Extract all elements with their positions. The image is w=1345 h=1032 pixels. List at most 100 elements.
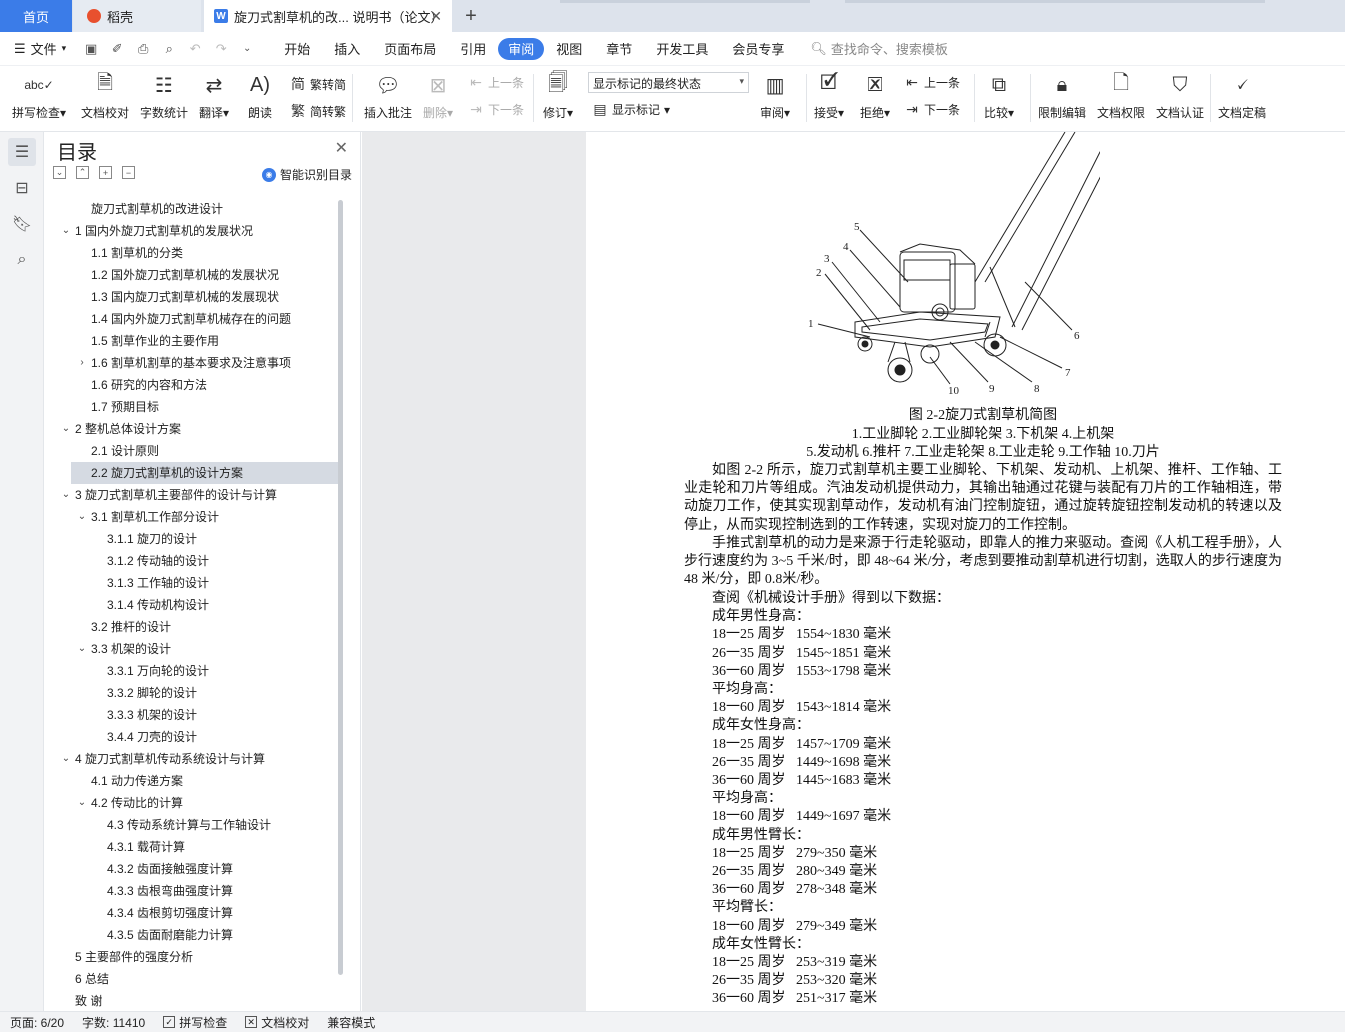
smart-toc-button[interactable]: ◉ 智能识别目录	[261, 166, 352, 183]
toc-item[interactable]: 4.3 传动系统计算与工作轴设计	[45, 814, 343, 836]
toc-item[interactable]: ⌄ 3.1 割草机工作部分设计	[45, 506, 343, 528]
add-heading-icon[interactable]: +	[99, 166, 112, 179]
page-indicator[interactable]: 页面: 6/20	[10, 1014, 64, 1031]
redo-icon[interactable]: ↷	[213, 41, 229, 57]
toc-item[interactable]: 4.3.2 齿面接触强度计算	[45, 858, 343, 880]
tab-daoke[interactable]: 稻壳	[73, 0, 201, 32]
toc-item[interactable]: ⌄ 2 整机总体设计方案	[45, 418, 343, 440]
toc-item[interactable]: 致 谢	[45, 990, 343, 1012]
menu-insert[interactable]: 插入	[322, 38, 372, 60]
toc-item[interactable]: 6 总结	[45, 968, 343, 990]
chevron-down-icon[interactable]: ⌄	[77, 638, 87, 660]
toc-item[interactable]: ⌄ 3.3 机架的设计	[45, 638, 343, 660]
toc-item[interactable]: 1.4 国内外旋刀式割草机械存在的问题	[45, 308, 343, 330]
toc-item[interactable]: 5 主要部件的强度分析	[45, 946, 343, 968]
toc-item[interactable]: 3.1.3 工作轴的设计	[45, 572, 343, 594]
delete-comment-button[interactable]: ⊠ 删除▾	[423, 70, 453, 121]
file-menu[interactable]: ☰ 文件 ▾	[0, 38, 78, 60]
undo-icon[interactable]: ↶	[187, 41, 203, 57]
section-nav-icon[interactable]: ⊟	[8, 174, 36, 202]
status-spell-check[interactable]: ✓ 拼写检查	[163, 1014, 227, 1031]
chevron-down-icon[interactable]: ⌄	[61, 484, 71, 506]
translate-button[interactable]: ⇄ 翻译▾	[199, 70, 229, 121]
toc-item[interactable]: 1.5 割草作业的主要作用	[45, 330, 343, 352]
next-change-button[interactable]: ⇥ 下一条	[904, 101, 960, 118]
prev-change-button[interactable]: ⇤ 上一条	[904, 74, 960, 91]
prev-comment-button[interactable]: ⇤ 上一条	[468, 74, 524, 91]
accept-button[interactable]: 🗹 接受▾	[814, 70, 844, 121]
tab-home[interactable]: 首页	[0, 0, 72, 32]
expand-all-icon[interactable]: ⌄	[53, 166, 66, 179]
remove-heading-icon[interactable]: −	[122, 166, 135, 179]
new-tab-button[interactable]: +	[456, 0, 486, 32]
word-count-indicator[interactable]: 字数: 11410	[82, 1014, 145, 1031]
menu-start[interactable]: 开始	[272, 38, 322, 60]
toc-item[interactable]: 3.1.4 传动机构设计	[45, 594, 343, 616]
toc-item[interactable]: 1.3 国内旋刀式割草机械的发展现状	[45, 286, 343, 308]
toc-item[interactable]: 4.3.1 载荷计算	[45, 836, 343, 858]
chevron-right-icon[interactable]: ›	[77, 352, 87, 374]
tab-document[interactable]: W 旋刀式割草机的改... 说明书（论文） ✕	[204, 0, 452, 32]
toc-item[interactable]: 3.2 推杆的设计	[45, 616, 343, 638]
toc-item[interactable]: 3.1.2 传动轴的设计	[45, 550, 343, 572]
print-icon[interactable]: ⎙	[135, 41, 151, 57]
doc-cert-button[interactable]: ⛉ 文档认证	[1156, 70, 1204, 121]
reject-button[interactable]: 🗷 拒绝▾	[860, 70, 890, 121]
toc-item[interactable]: 1.6 研究的内容和方法	[45, 374, 343, 396]
toc-panel-icon[interactable]: ☰	[8, 138, 36, 166]
print-preview-icon[interactable]: ⌕	[161, 41, 177, 57]
search-icon[interactable]: ⌕	[8, 246, 36, 274]
markup-state-select[interactable]: 显示标记的最终状态 ▾	[588, 72, 749, 93]
command-search[interactable]: 🔍︎ 查找命令、搜索模板	[810, 39, 948, 58]
restrict-edit-button[interactable]: 🔒︎ 限制编辑	[1038, 70, 1086, 121]
toc-item[interactable]: 1.2 国外旋刀式割草机械的发展状况	[45, 264, 343, 286]
toc-scrollbar[interactable]	[338, 200, 343, 975]
menu-view[interactable]: 视图	[544, 38, 594, 60]
bookmark-icon[interactable]: 🔖︎	[8, 210, 36, 238]
toc-item[interactable]: › 1.6 割草机割草的基本要求及注意事项	[45, 352, 343, 374]
chevron-down-icon[interactable]: ⌄	[77, 792, 87, 814]
show-markup-button[interactable]: ▤ 显示标记 ▾	[592, 101, 670, 118]
menu-member[interactable]: 会员专享	[720, 38, 796, 60]
toc-item[interactable]: ⌄ 1 国内外旋刀式割草机的发展状况	[45, 220, 343, 242]
toc-item[interactable]: 3.3.3 机架的设计	[45, 704, 343, 726]
toc-item[interactable]: 3.3.1 万向轮的设计	[45, 660, 343, 682]
toc-item[interactable]: 3.1.1 旋刀的设计	[45, 528, 343, 550]
next-comment-button[interactable]: ⇥ 下一条	[468, 101, 524, 118]
status-proofread[interactable]: ✕ 文档校对	[245, 1014, 309, 1031]
toc-item[interactable]: 1.7 预期目标	[45, 396, 343, 418]
toc-item[interactable]: 4.3.5 齿面耐磨能力计算	[45, 924, 343, 946]
toc-item[interactable]: 3.3.2 脚轮的设计	[45, 682, 343, 704]
collapse-all-icon[interactable]: ⌃	[76, 166, 89, 179]
spell-check-button[interactable]: abc✓ 拼写检查▾	[12, 70, 66, 121]
menu-section[interactable]: 章节	[594, 38, 644, 60]
doc-proofread-button[interactable]: 🗎 文档校对	[81, 70, 129, 121]
chevron-down-icon[interactable]: ⌄	[61, 418, 71, 440]
toc-item[interactable]: 3.4.4 刀壳的设计	[45, 726, 343, 748]
finalize-button[interactable]: 🗸 文档定稿	[1218, 70, 1266, 121]
toc-item[interactable]: 4.3.4 齿根剪切强度计算	[45, 902, 343, 924]
toc-item[interactable]: 2.1 设计原则	[45, 440, 343, 462]
toc-item[interactable]: ⌄ 4 旋刀式割草机传动系统设计与计算	[45, 748, 343, 770]
insert-comment-button[interactable]: 💬︎ 插入批注	[364, 70, 412, 121]
menu-developer[interactable]: 开发工具	[644, 38, 720, 60]
toc-item[interactable]: 1.1 割草机的分类	[45, 242, 343, 264]
toc-item[interactable]: 2.2 旋刀式割草机的设计方案	[71, 462, 343, 484]
chevron-down-icon[interactable]: ⌄	[61, 748, 71, 770]
format-painter-icon[interactable]: ✐	[109, 41, 125, 57]
review-pane-button[interactable]: ▥ 审阅▾	[760, 70, 790, 121]
word-count-button[interactable]: ☷ 字数统计	[140, 70, 188, 121]
chevron-down-icon[interactable]: ⌄	[77, 506, 87, 528]
chevron-down-icon[interactable]: ⌄	[61, 220, 71, 242]
doc-rights-button[interactable]: 🗋 文档权限	[1097, 70, 1145, 121]
menu-page-layout[interactable]: 页面布局	[372, 38, 448, 60]
close-icon[interactable]: ✕	[335, 138, 348, 158]
menu-review[interactable]: 审阅	[498, 37, 545, 60]
toc-item[interactable]: ⌄ 4.2 传动比的计算	[45, 792, 343, 814]
toc-item[interactable]: ⌄ 3 旋刀式割草机主要部件的设计与计算	[45, 484, 343, 506]
toc-item[interactable]: 4.3.3 齿根弯曲强度计算	[45, 880, 343, 902]
compare-button[interactable]: ⧉ 比较▾	[984, 70, 1014, 121]
simp-to-trad-button[interactable]: 繁 简转繁	[290, 101, 346, 121]
track-changes-button[interactable]: 🗐 修订▾	[543, 70, 573, 121]
trad-to-simp-button[interactable]: 简 繁转简	[290, 74, 346, 94]
